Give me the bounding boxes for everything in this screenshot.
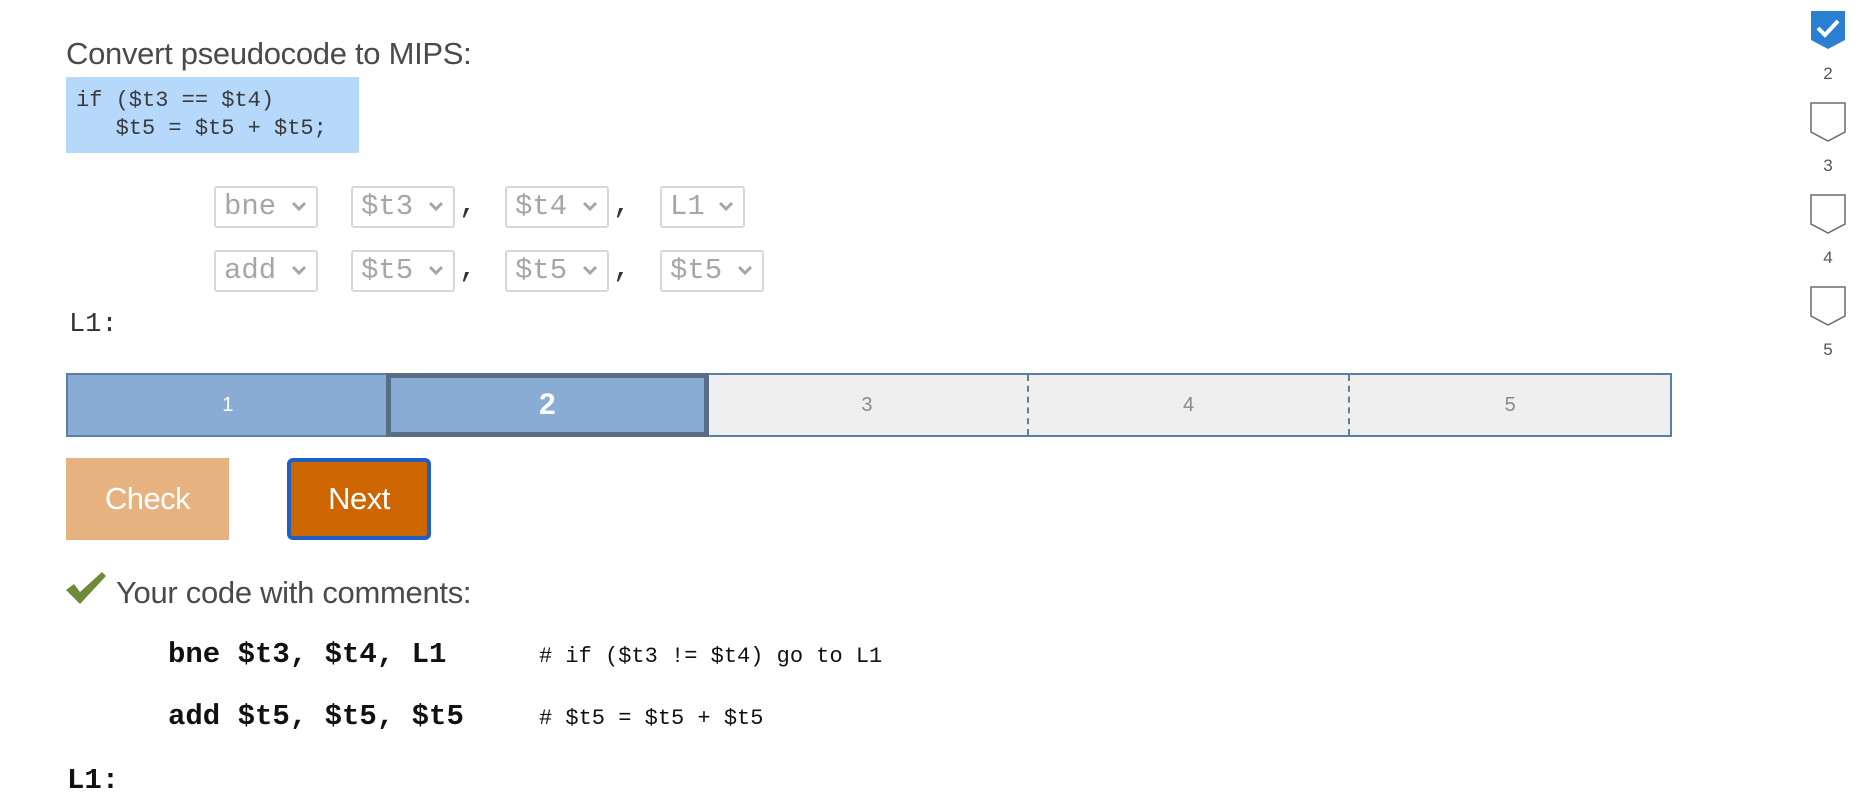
level-2[interactable]: 2 xyxy=(385,373,710,437)
level-3[interactable]: 3 xyxy=(707,375,1027,435)
arg-select-value: $t3 xyxy=(361,190,414,223)
level-1[interactable]: 1 xyxy=(68,375,388,435)
arg3-select-2[interactable]: $t5 xyxy=(660,250,764,292)
progress-item-5: 5 xyxy=(1810,286,1846,359)
check-button[interactable]: Check xyxy=(66,458,229,540)
badge-outline-icon xyxy=(1810,194,1846,234)
completed-badge-icon xyxy=(1811,11,1845,49)
arg2-select-2[interactable]: $t5 xyxy=(505,250,609,292)
next-button[interactable]: Next xyxy=(287,458,431,540)
chevron-down-icon xyxy=(291,201,307,212)
pseudocode-line: $t5 = $t5 + $t5; xyxy=(76,116,327,141)
chevron-down-icon xyxy=(291,265,307,276)
feedback-comment: # if ($t3 != $t4) go to L1 xyxy=(539,644,883,669)
level-bar: 1 2 3 4 5 xyxy=(66,373,1672,437)
progress-number: 3 xyxy=(1823,156,1833,175)
prompt-title: Convert pseudocode to MIPS: xyxy=(66,36,472,71)
arg1-select-2[interactable]: $t5 xyxy=(351,250,455,292)
feedback-code-line: bne $t3, $t4, L1 xyxy=(168,638,447,671)
comma: , xyxy=(613,252,632,286)
arg2-select-1[interactable]: $t4 xyxy=(505,186,609,228)
arg3-select-1[interactable]: L1 xyxy=(660,186,745,228)
chevron-down-icon xyxy=(428,201,444,212)
pseudocode-line: if ($t3 == $t4) xyxy=(76,88,275,113)
label-l1: L1: xyxy=(69,310,118,340)
chevron-down-icon xyxy=(582,265,598,276)
progress-item-2: 2 xyxy=(1810,10,1846,83)
feedback-title: Your code with comments: xyxy=(116,575,472,610)
arg-select-value: $t5 xyxy=(361,254,414,287)
feedback-label-l1: L1: xyxy=(67,764,120,797)
op-select-value: bne xyxy=(224,190,277,223)
badge-outline-icon xyxy=(1810,102,1846,142)
progress-number: 4 xyxy=(1823,248,1833,267)
arg1-select-1[interactable]: $t3 xyxy=(351,186,455,228)
chevron-down-icon xyxy=(737,265,753,276)
progress-item-3: 3 xyxy=(1810,102,1846,175)
badge-outline-icon xyxy=(1810,286,1846,326)
chevron-down-icon xyxy=(718,201,734,212)
pseudocode-block: if ($t3 == $t4) $t5 = $t5 + $t5; xyxy=(66,77,359,153)
feedback-code-line: add $t5, $t5, $t5 xyxy=(168,700,464,733)
level-5[interactable]: 5 xyxy=(1348,375,1670,435)
progress-number: 5 xyxy=(1823,340,1833,359)
comma: , xyxy=(459,252,478,286)
chevron-down-icon xyxy=(582,201,598,212)
op-select-value: add xyxy=(224,254,277,287)
arg-select-value: $t5 xyxy=(515,254,568,287)
progress-number: 2 xyxy=(1823,64,1833,83)
comma: , xyxy=(459,188,478,222)
arg-select-value: $t4 xyxy=(515,190,568,223)
chevron-down-icon xyxy=(428,265,444,276)
level-4[interactable]: 4 xyxy=(1026,375,1349,435)
arg-select-value: $t5 xyxy=(670,254,723,287)
comma: , xyxy=(613,188,632,222)
op-select-2[interactable]: add xyxy=(214,250,318,292)
checkmark-icon xyxy=(66,572,106,604)
progress-item-4: 4 xyxy=(1810,194,1846,267)
feedback-comment: # $t5 = $t5 + $t5 xyxy=(539,706,764,731)
arg-select-value: L1 xyxy=(670,190,705,223)
op-select-1[interactable]: bne xyxy=(214,186,318,228)
